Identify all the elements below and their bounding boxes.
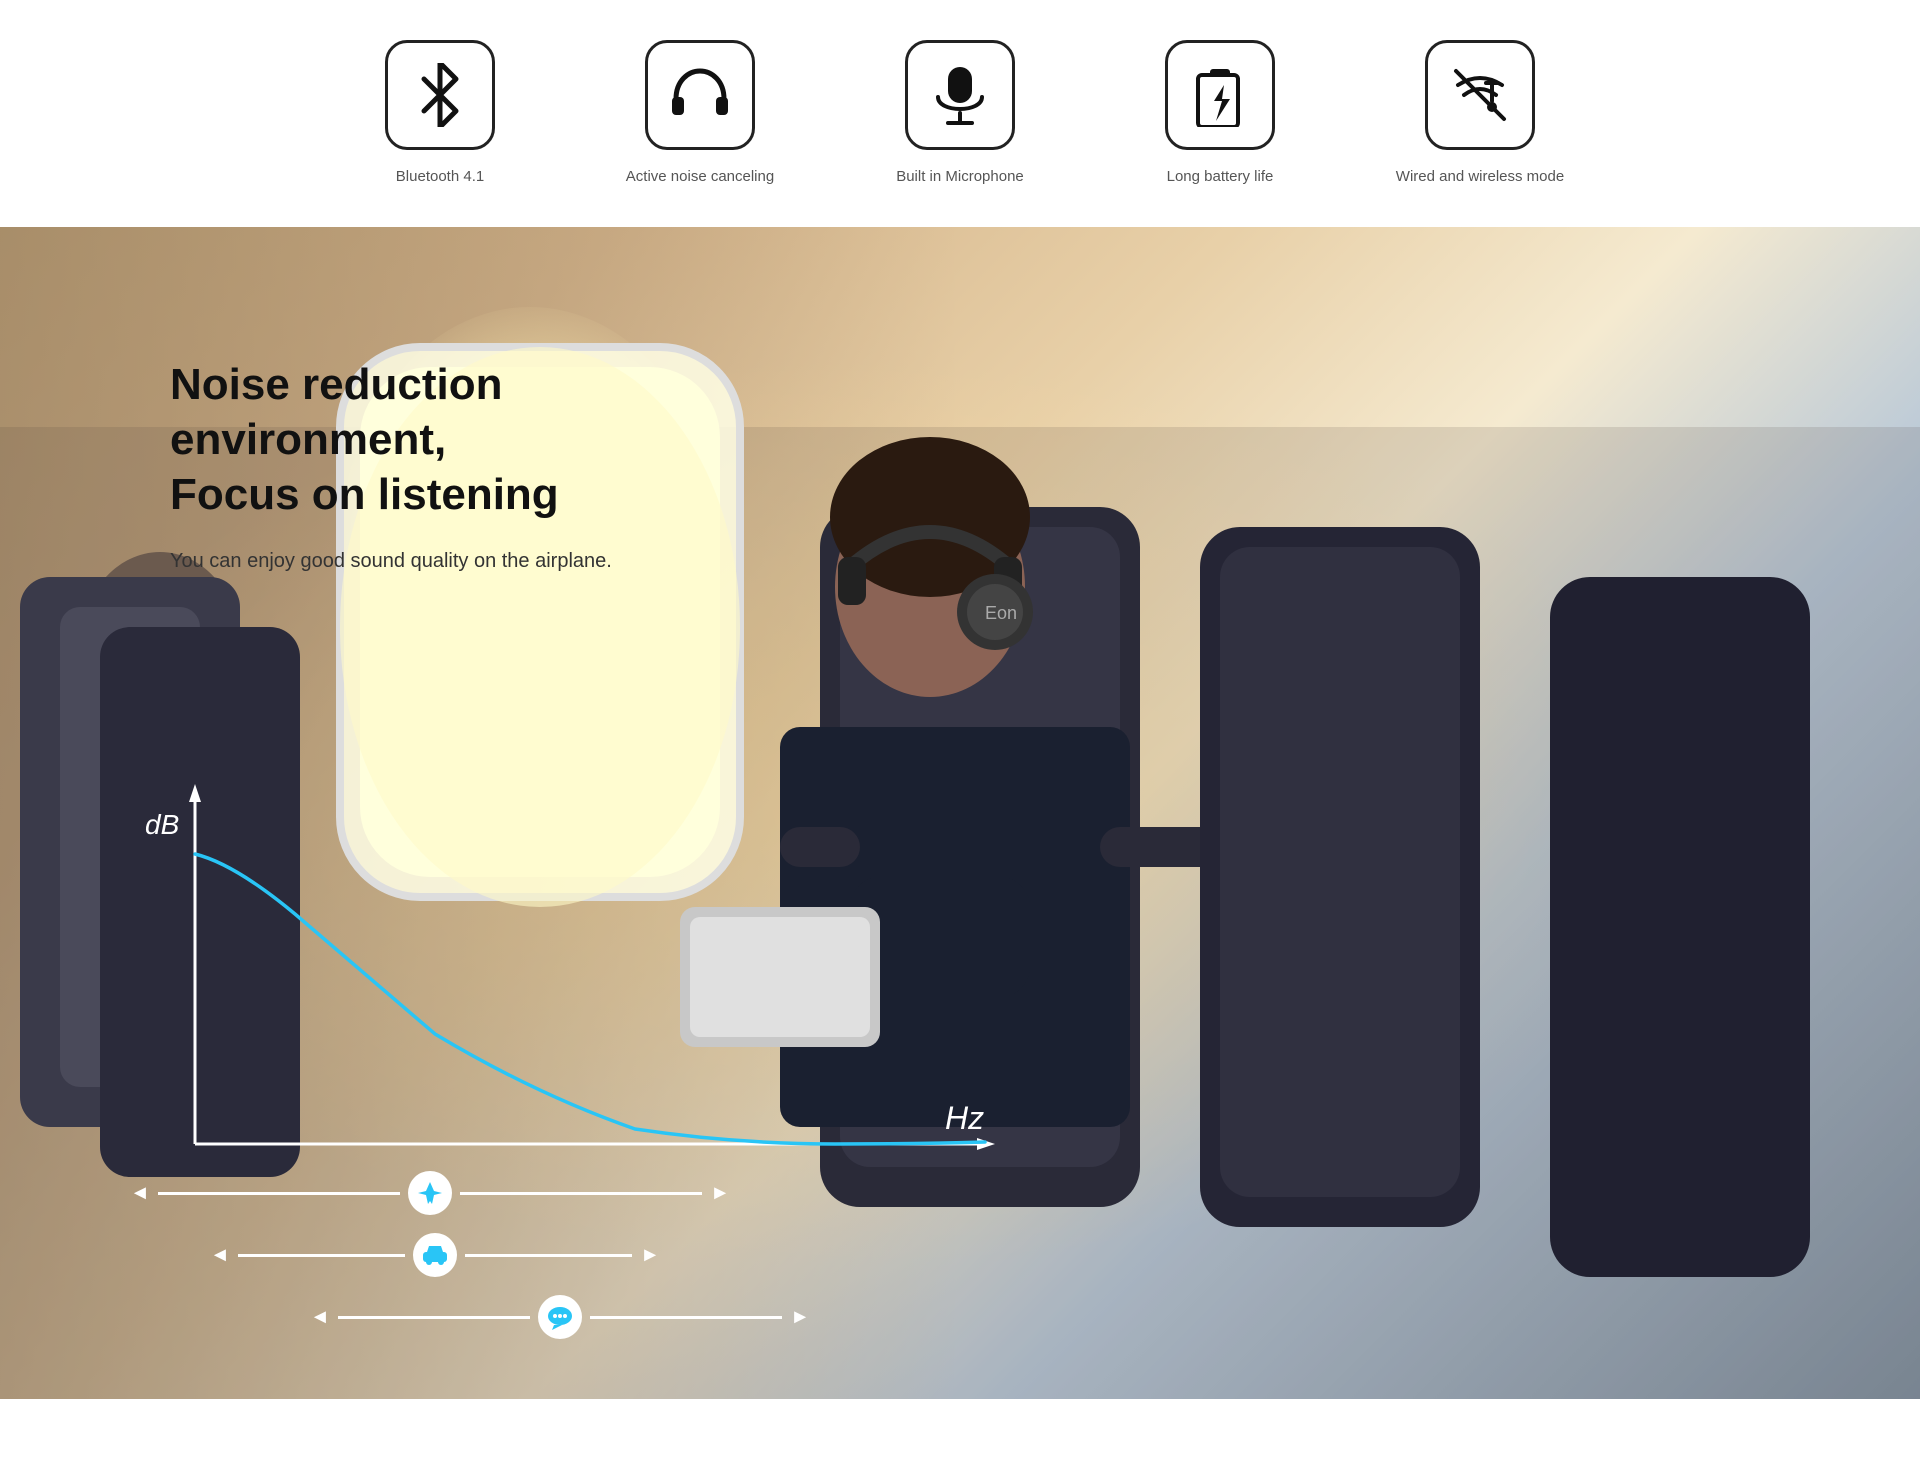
svg-text:Hz: Hz xyxy=(945,1100,984,1136)
feature-microphone: Built in Microphone xyxy=(870,40,1050,187)
bluetooth-icon-box xyxy=(385,40,495,150)
frequency-chart: dB Hz xyxy=(115,774,1015,1224)
svg-text:dB: dB xyxy=(145,809,179,840)
text-block: Noise reduction environment, Focus on li… xyxy=(170,357,690,576)
airplane-icon xyxy=(416,1179,444,1207)
main-headline: Noise reduction environment, Focus on li… xyxy=(170,357,690,522)
headphones-icon-box xyxy=(645,40,755,150)
battery-icon-box xyxy=(1165,40,1275,150)
range-bar-airplane: ◄ ► xyxy=(130,1171,730,1215)
bluetooth-label: Bluetooth 4.1 xyxy=(396,166,484,187)
feature-wired-wireless: Wired and wireless mode xyxy=(1390,40,1570,187)
range-bars: ◄ ► ◄ ► xyxy=(130,1171,950,1339)
feature-noise-canceling: Active noise canceling xyxy=(610,40,790,187)
main-section: Eon Noise reduction environment, Focus o… xyxy=(0,227,1920,1399)
microphone-label: Built in Microphone xyxy=(896,166,1024,187)
feature-bluetooth: Bluetooth 4.1 xyxy=(350,40,530,187)
microphone-icon-box xyxy=(905,40,1015,150)
headphones-icon xyxy=(668,63,732,127)
wired-wireless-label: Wired and wireless mode xyxy=(1396,166,1564,187)
wired-wireless-icon-box xyxy=(1425,40,1535,150)
range-bar-car: ◄ ► xyxy=(210,1233,660,1277)
features-bar: Bluetooth 4.1 Active noise canceling Bui… xyxy=(0,0,1920,227)
battery-icon xyxy=(1188,63,1252,127)
noise-canceling-label: Active noise canceling xyxy=(626,166,774,187)
feature-battery: Long battery life xyxy=(1130,40,1310,187)
chat-icon xyxy=(546,1303,574,1331)
main-subtext: You can enjoy good sound quality on the … xyxy=(170,546,690,576)
microphone-icon xyxy=(928,63,992,127)
battery-label: Long battery life xyxy=(1167,166,1274,187)
car-icon xyxy=(421,1244,449,1266)
bluetooth-icon xyxy=(408,63,472,127)
wired-wireless-icon xyxy=(1448,63,1512,127)
range-bar-chat: ◄ ► xyxy=(310,1295,810,1339)
